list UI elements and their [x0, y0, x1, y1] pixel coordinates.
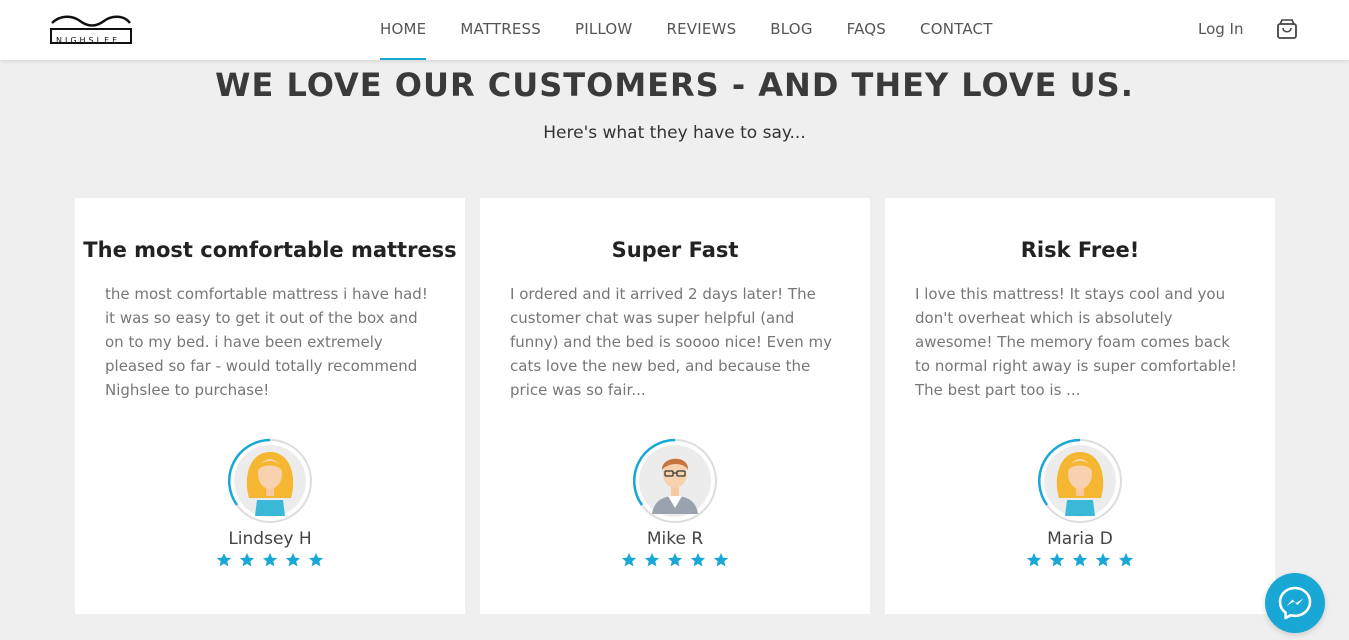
star-icon: [713, 553, 729, 567]
logo-text: NIGHSLEE: [56, 36, 121, 45]
section-title: WE LOVE OUR CUSTOMERS - AND THEY LOVE US…: [215, 66, 1134, 104]
star-icon: [239, 553, 255, 567]
nav-item-contact[interactable]: CONTACT: [903, 0, 1010, 60]
messenger-chat-button[interactable]: [1265, 573, 1325, 633]
messenger-icon: [1278, 586, 1312, 620]
review-card: Risk Free! I love this mattress! It stay…: [885, 198, 1275, 614]
star-icon: [308, 553, 324, 567]
nav-item-reviews[interactable]: REVIEWS: [649, 0, 753, 60]
section-subtitle: Here's what they have to say...: [543, 123, 806, 143]
star-icon: [1026, 553, 1042, 567]
login-link[interactable]: Log In: [1198, 20, 1244, 38]
nav-item-home[interactable]: HOME: [363, 0, 443, 60]
review-title: The most comfortable mattress: [83, 238, 457, 262]
star-icon: [1118, 553, 1134, 567]
review-card: Super Fast I ordered and it arrived 2 da…: [480, 198, 870, 614]
star-icon: [644, 553, 660, 567]
star-icon: [1049, 553, 1065, 567]
main-nav: HOME MATTRESS PILLOW REVIEWS BLOG FAQS C…: [363, 0, 1010, 60]
star-icon: [1095, 553, 1111, 567]
star-icon: [690, 553, 706, 567]
star-icon: [1072, 553, 1088, 567]
star-icon: [667, 553, 683, 567]
star-rating: [75, 552, 465, 568]
site-header: NIGHSLEE HOME MATTRESS PILLOW REVIEWS BL…: [0, 0, 1349, 60]
review-title: Super Fast: [611, 238, 739, 262]
brand-logo[interactable]: NIGHSLEE: [50, 13, 132, 47]
reviewer-name: Mike R: [646, 529, 704, 549]
star-rating: [480, 552, 870, 568]
star-icon: [285, 553, 301, 567]
star-icon: [621, 553, 637, 567]
shopping-bag-icon[interactable]: [1276, 18, 1298, 40]
review-text: I love this mattress! It stays cool and …: [915, 285, 1237, 399]
reviewer-name: Lindsey H: [228, 529, 312, 549]
review-text: the most comfortable mattress i have had…: [105, 285, 428, 399]
star-rating: [885, 552, 1275, 568]
nav-item-faqs[interactable]: FAQS: [830, 0, 903, 60]
nav-item-blog[interactable]: BLOG: [753, 0, 829, 60]
review-text: I ordered and it arrived 2 days later! T…: [510, 285, 833, 399]
reviewer-name: Maria D: [1047, 529, 1113, 549]
review-card: The most comfortable mattress the most c…: [75, 198, 465, 614]
nav-item-mattress[interactable]: MATTRESS: [443, 0, 558, 60]
female-avatar-icon: [1037, 438, 1123, 524]
female-avatar-icon: [227, 438, 313, 524]
male-avatar-icon: [632, 438, 718, 524]
review-title: Risk Free!: [1020, 238, 1140, 262]
star-icon: [216, 553, 232, 567]
nav-item-pillow[interactable]: PILLOW: [558, 0, 650, 60]
star-icon: [262, 553, 278, 567]
